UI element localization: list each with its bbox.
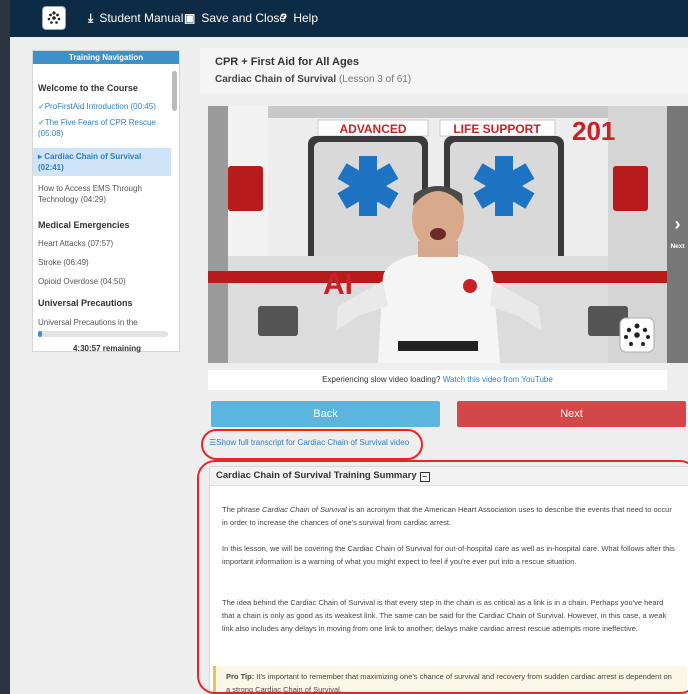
slow-video-notice: Experiencing slow video loading? Watch t… [208, 370, 667, 390]
question-circle-icon: ? [280, 11, 288, 25]
highlight-circle-transcript [201, 429, 423, 460]
course-title: CPR + First Aid for All Ages [215, 56, 359, 68]
lesson-item[interactable]: Opioid Overdose (04:50) [33, 276, 171, 287]
section-universal-precautions[interactable]: Universal Precautions [33, 298, 138, 308]
video-player[interactable]: ADVANCED LIFE SUPPORT 201 AI [208, 106, 667, 363]
course-progress-fill [38, 331, 42, 337]
student-manual-link[interactable]: ⤓ Student Manual [88, 11, 183, 26]
save-and-close-button[interactable]: ▣ Save and Close [184, 11, 286, 25]
lesson-header: CPR + First Aid for All Ages Cardiac Cha… [200, 48, 688, 94]
lesson-title: Cardiac Chain of Survival (Lesson 3 of 6… [215, 74, 412, 85]
app-window: ⤓ Student Manual ▣ Save and Close ? Help Tr… [10, 0, 688, 694]
lesson-item[interactable]: Universal Precautions in the [33, 317, 171, 328]
lesson-item[interactable]: How to Access EMS Through Technology (04… [33, 183, 171, 205]
video-next-label: Next [670, 243, 685, 250]
download-icon: ⤓ [88, 11, 94, 25]
app-logo-icon[interactable] [42, 6, 66, 30]
vehicle-lettering: AI [323, 268, 353, 301]
time-remaining: 4:30:57 remaining [72, 344, 142, 353]
lesson-list[interactable]: Welcome to the Course ✓ProFirstAid Intro… [33, 65, 171, 333]
highlight-circle-summary [197, 460, 688, 694]
watermark-logo-icon [619, 317, 655, 353]
unit-number: 201 [572, 116, 615, 146]
lesson-item[interactable]: ✓The Five Fears of CPR Rescue (05:08) [33, 117, 171, 139]
next-button[interactable]: Next [457, 401, 686, 427]
sign-life-support: LIFE SUPPORT [453, 122, 541, 136]
save-icon: ▣ [184, 11, 196, 25]
lesson-item[interactable]: Heart Attacks (07:57) [33, 238, 171, 249]
lesson-item[interactable]: Stroke (06:49) [33, 257, 171, 268]
top-navigation-bar: ⤓ Student Manual ▣ Save and Close ? Help [10, 0, 688, 37]
lesson-item[interactable]: ✓ProFirstAid Introduction (00:45) [33, 101, 171, 112]
training-navigation-panel: Training Navigation Welcome to the Cours… [32, 50, 180, 353]
section-medical-emergencies[interactable]: Medical Emergencies [33, 220, 135, 230]
sidebar-scrollbar[interactable] [172, 71, 177, 111]
video-next-panel[interactable]: › Next [667, 106, 688, 363]
help-button[interactable]: ? Help [280, 11, 318, 25]
youtube-link[interactable]: Watch this video from YouTube [443, 375, 553, 384]
course-progress-bar [38, 331, 168, 337]
sign-advanced: ADVANCED [339, 122, 406, 136]
lesson-item-current[interactable]: ▸ Cardiac Chain of Survival (02:41) [33, 148, 171, 176]
section-welcome[interactable]: Welcome to the Course [33, 83, 143, 93]
chevron-right-icon: › [674, 214, 681, 234]
back-button[interactable]: Back [211, 401, 440, 427]
training-navigation-title: Training Navigation [33, 51, 179, 64]
video-frame-ambulance: ADVANCED LIFE SUPPORT 201 AI [208, 106, 667, 363]
